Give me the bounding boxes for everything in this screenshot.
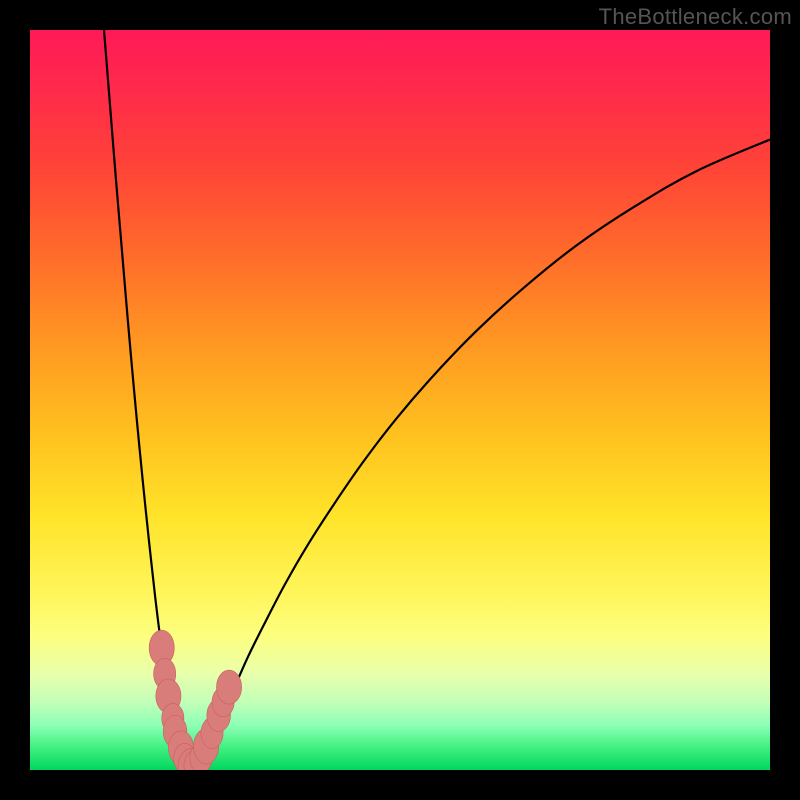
chart-frame: TheBottleneck.com	[0, 0, 800, 800]
chart-svg	[30, 30, 770, 770]
left-curve	[104, 30, 194, 770]
bottleneck-markers	[149, 630, 242, 770]
chart-plot-area	[30, 30, 770, 770]
bottleneck-marker	[216, 670, 241, 704]
watermark-text: TheBottleneck.com	[599, 4, 792, 30]
right-curve	[194, 140, 770, 770]
